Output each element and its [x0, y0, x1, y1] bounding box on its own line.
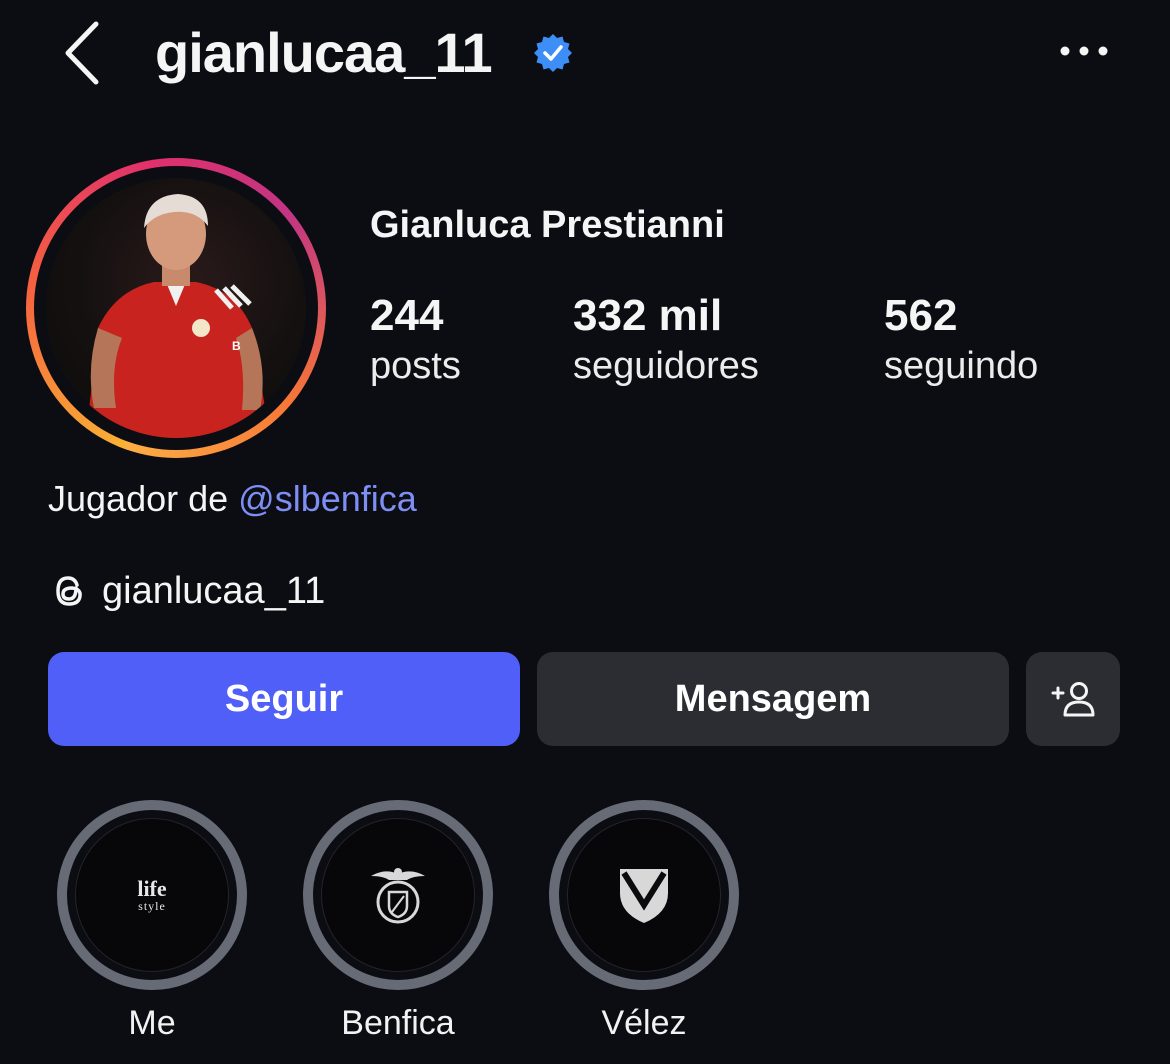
- follow-button[interactable]: Seguir: [48, 652, 520, 746]
- threads-icon: [56, 576, 82, 606]
- more-options-button[interactable]: [1056, 36, 1112, 66]
- posts-count: 244: [370, 291, 444, 340]
- highlight-ring: [303, 800, 493, 990]
- highlight-label: Vélez: [601, 1004, 687, 1042]
- threads-link[interactable]: gianlucaa_11: [48, 566, 325, 616]
- following-label: seguindo: [884, 345, 1039, 387]
- highlight-cover: [321, 818, 475, 972]
- follow-button-label: Seguir: [224, 677, 344, 720]
- highlight-ring: life style: [57, 800, 247, 990]
- highlight-ring: [549, 800, 739, 990]
- benfica-crest-icon: [371, 868, 425, 924]
- message-button-label: Mensagem: [674, 677, 872, 720]
- svg-text:B: B: [232, 339, 241, 353]
- bio-mention-link[interactable]: @slbenfica: [238, 478, 417, 519]
- highlight-cover: [567, 818, 721, 972]
- profile-username: gianlucaa_11: [155, 21, 493, 84]
- followers-label: seguidores: [573, 345, 759, 387]
- threads-handle: gianlucaa_11: [102, 569, 326, 612]
- highlight-cover: life style: [75, 818, 229, 972]
- verified-badge-icon: [532, 32, 574, 74]
- velez-crest-icon: [620, 869, 668, 923]
- profile-full-name: Gianluca Prestianni: [370, 204, 725, 246]
- highlight-velez[interactable]: Vélez: [549, 800, 739, 1043]
- followers-count: 332 mil: [573, 291, 723, 340]
- suggested-accounts-button[interactable]: [1026, 652, 1120, 746]
- bio-text: Jugador de: [48, 478, 239, 519]
- highlight-benfica[interactable]: Benfica: [303, 800, 493, 1043]
- following-stat[interactable]: 562 seguindo: [884, 290, 1038, 390]
- more-horizontal-icon: [1060, 46, 1108, 56]
- highlight-me[interactable]: life style Me: [57, 800, 247, 1043]
- profile-bio: Jugador de @slbenfica: [48, 478, 417, 520]
- profile-avatar-story-ring[interactable]: B: [26, 158, 326, 458]
- add-person-icon: [1051, 682, 1095, 717]
- followers-stat[interactable]: 332 mil seguidores: [573, 290, 759, 390]
- highlight-label: Me: [128, 1004, 176, 1042]
- posts-stat[interactable]: 244 posts: [370, 290, 461, 390]
- back-button[interactable]: [58, 18, 108, 88]
- highlight-label: Benfica: [341, 1004, 455, 1042]
- message-button[interactable]: Mensagem: [537, 652, 1009, 746]
- lifestyle-logo: life style: [137, 876, 167, 913]
- chevron-left-icon: [65, 21, 99, 85]
- following-count: 562: [884, 291, 958, 340]
- posts-label: posts: [370, 345, 461, 387]
- avatar: B: [46, 178, 306, 438]
